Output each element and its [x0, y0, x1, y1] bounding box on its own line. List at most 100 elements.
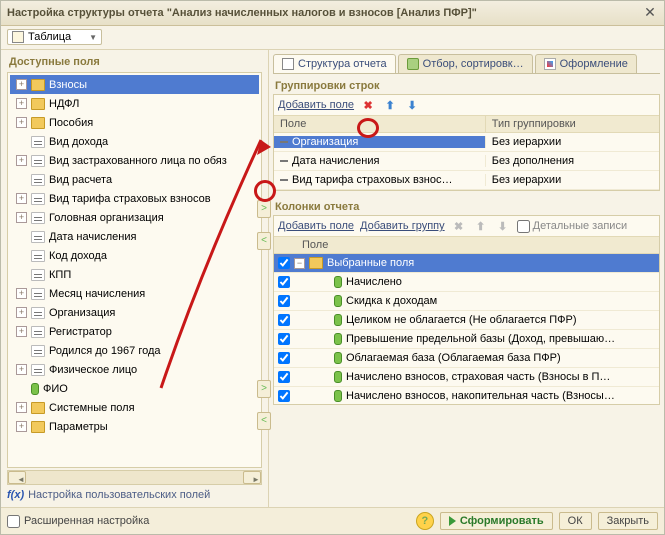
expand-icon[interactable] [16, 231, 27, 242]
move-left-button[interactable]: < [257, 232, 271, 250]
run-button[interactable]: Сформировать [440, 512, 553, 530]
scroll-left-icon[interactable]: ◄ [8, 471, 26, 484]
tree-node[interactable]: + Параметры [10, 417, 259, 436]
help-icon[interactable]: ? [416, 512, 434, 530]
tree-node-label: Параметры [49, 421, 108, 433]
detail-checkbox[interactable] [517, 220, 530, 233]
expand-icon[interactable]: + [16, 79, 27, 90]
row-checkbox[interactable] [278, 352, 290, 364]
close-button[interactable]: Закрыть [598, 512, 658, 530]
row-checkbox[interactable] [278, 314, 290, 326]
tree-node[interactable]: Вид расчета [10, 170, 259, 189]
tab-design[interactable]: Оформление [535, 54, 637, 73]
tabs: Структура отчета Отбор, сортировк… Оформ… [273, 50, 660, 74]
grouping-row[interactable]: Дата начисленияБез дополнения [274, 152, 659, 171]
field-icon [31, 269, 45, 281]
tree-node[interactable]: Дата начисления [10, 227, 259, 246]
expand-icon[interactable]: + [16, 326, 27, 337]
expand-icon[interactable] [16, 345, 27, 356]
arrow-down-icon[interactable]: ⬇ [404, 97, 420, 113]
tree-node[interactable]: КПП [10, 265, 259, 284]
move-right-button[interactable]: > [257, 200, 271, 218]
expand-icon[interactable] [16, 174, 27, 185]
available-fields-tree[interactable]: +Взносы+НДФЛ+ПособияВид дохода+Вид застр… [7, 72, 262, 468]
expand-icon[interactable] [16, 269, 27, 280]
arrow-up-icon[interactable]: ⬆ [473, 218, 489, 234]
tree-node[interactable]: Родился до 1967 года [10, 341, 259, 360]
expand-icon[interactable]: + [16, 307, 27, 318]
tree-node[interactable]: +НДФЛ [10, 94, 259, 113]
tree-node[interactable]: +Месяц начисления [10, 284, 259, 303]
tab-structure[interactable]: Структура отчета [273, 54, 396, 73]
column-row[interactable]: Облагаемая база (Облагаемая база ПФР) [274, 349, 659, 368]
column-row[interactable]: Целиком не облагается (Не облагается ПФР… [274, 311, 659, 330]
detail-records-toggle[interactable]: Детальные записи [517, 220, 627, 233]
row-checkbox[interactable] [278, 276, 290, 288]
move-left-button[interactable]: < [257, 412, 271, 430]
move-right-button[interactable]: > [257, 380, 271, 398]
add-field-link[interactable]: Добавить поле [278, 99, 354, 111]
expand-icon[interactable]: + [16, 193, 27, 204]
tree-node[interactable]: + Регистратор [10, 322, 259, 341]
tree-node[interactable]: Код дохода [10, 246, 259, 265]
row-checkbox[interactable] [278, 371, 290, 383]
folder-icon [31, 117, 45, 129]
tree-node[interactable]: +Головная организация [10, 208, 259, 227]
column-row[interactable]: Начислено [274, 273, 659, 292]
tree-node[interactable]: +Организация [10, 303, 259, 322]
row-checkbox[interactable] [278, 257, 290, 269]
row-checkbox[interactable] [278, 295, 290, 307]
column-label: Начислено взносов, накопительная часть (… [346, 390, 615, 402]
grouping-row[interactable]: Вид тарифа страховых взнос…Без иерархии [274, 171, 659, 190]
tree-node[interactable]: ФИО [10, 379, 259, 398]
view-mode-combo[interactable]: Таблица ▼ [7, 29, 102, 45]
expand-icon[interactable]: + [16, 288, 27, 299]
selected-fields-header[interactable]: −Выбранные поля [274, 254, 659, 273]
expand-icon[interactable]: + [16, 155, 27, 166]
delete-icon[interactable]: ✖ [451, 218, 467, 234]
expand-icon[interactable]: + [16, 117, 27, 128]
column-row[interactable]: Скидка к доходам [274, 292, 659, 311]
expand-icon[interactable] [16, 383, 27, 394]
delete-icon[interactable]: ✖ [360, 97, 376, 113]
expand-icon[interactable] [16, 250, 27, 261]
tree-node[interactable]: Вид дохода [10, 132, 259, 151]
arrow-up-icon[interactable]: ⬆ [382, 97, 398, 113]
tree-node[interactable]: +Взносы [10, 75, 259, 94]
row-checkbox[interactable] [278, 333, 290, 345]
ok-button[interactable]: ОК [559, 512, 592, 530]
advanced-toggle[interactable]: Расширенная настройка [7, 515, 149, 528]
expand-icon[interactable] [16, 136, 27, 147]
tree-node[interactable]: +Системные поля [10, 398, 259, 417]
scroll-right-icon[interactable]: ► [243, 471, 261, 484]
tab-filter[interactable]: Отбор, сортировк… [398, 54, 533, 73]
expand-icon[interactable]: + [16, 98, 27, 109]
expand-icon[interactable]: + [16, 402, 27, 413]
tree-node[interactable]: +Физическое лицо [10, 360, 259, 379]
row-checkbox[interactable] [278, 390, 290, 402]
column-label: Скидка к доходам [346, 295, 437, 307]
tree-node-label: Регистратор [49, 326, 112, 338]
column-row[interactable]: Начислено взносов, накопительная часть (… [274, 387, 659, 404]
columns-rows[interactable]: −Выбранные поляНачислено Скидка к доходам… [274, 254, 659, 404]
column-row[interactable]: Превышение предельной базы (Доход, превы… [274, 330, 659, 349]
add-field-link[interactable]: Добавить поле [278, 220, 354, 232]
tree-hscrollbar[interactable]: ◄ ► [7, 470, 262, 485]
expand-icon[interactable]: + [16, 212, 27, 223]
close-icon[interactable]: ✕ [642, 5, 658, 21]
expand-icon[interactable]: + [16, 364, 27, 375]
add-group-link[interactable]: Добавить группу [360, 220, 445, 232]
expand-icon[interactable]: + [16, 421, 27, 432]
tree-node[interactable]: +Вид тарифа страховых взносов [10, 189, 259, 208]
groupings-panel: Добавить поле ✖ ⬆ ⬇ Поле Тип группировки… [273, 94, 660, 191]
advanced-checkbox[interactable] [7, 515, 20, 528]
column-row[interactable]: Начислено взносов, страховая часть (Взно… [274, 368, 659, 387]
collapse-icon[interactable]: − [294, 258, 305, 269]
column-label: Целиком не облагается (Не облагается ПФР… [346, 314, 576, 326]
user-fields-link[interactable]: f(x) Настройка пользовательских полей [1, 485, 268, 507]
groupings-rows[interactable]: ОрганизацияБез иерархииДата начисленияБе… [274, 133, 659, 190]
arrow-down-icon[interactable]: ⬇ [495, 218, 511, 234]
grouping-row[interactable]: ОрганизацияБез иерархии [274, 133, 659, 152]
tree-node[interactable]: +Пособия [10, 113, 259, 132]
tree-node[interactable]: +Вид застрахованного лица по обяз [10, 151, 259, 170]
